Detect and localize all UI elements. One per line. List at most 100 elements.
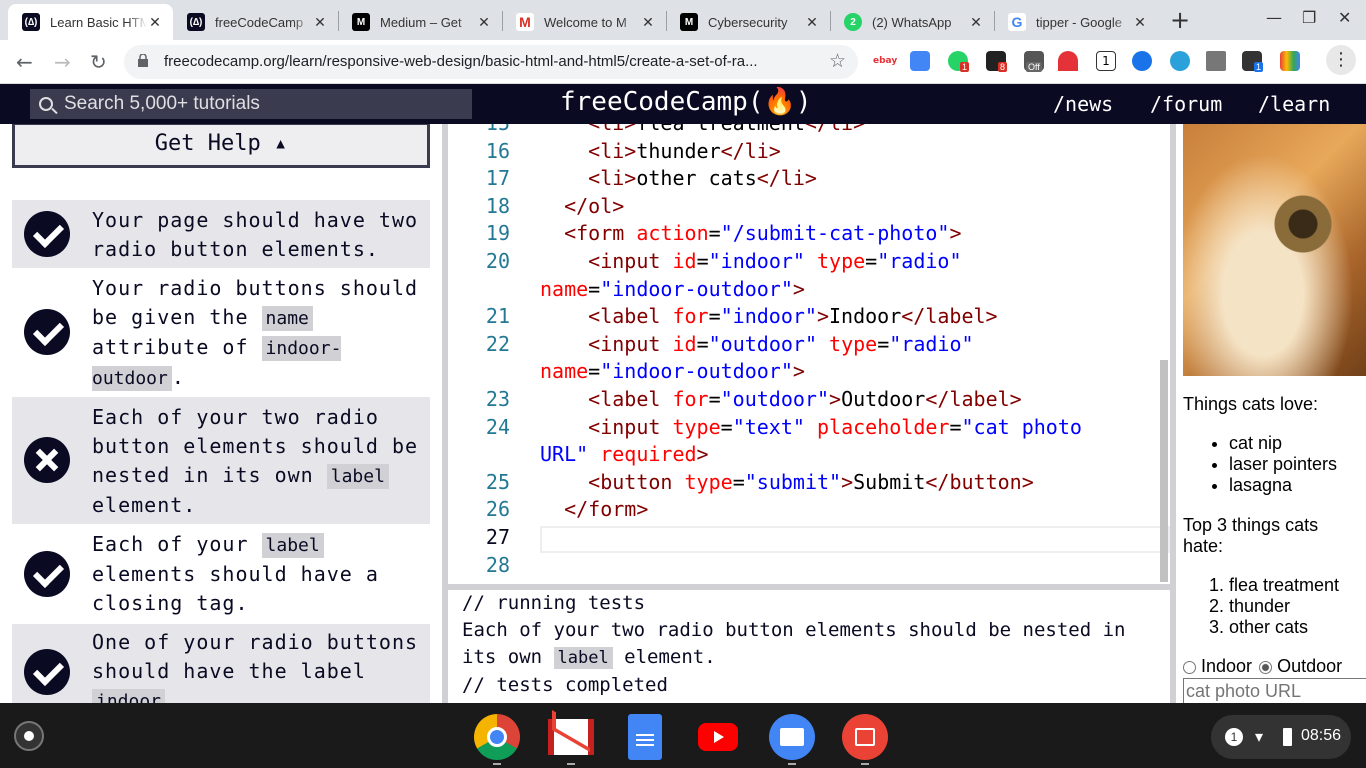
code-line: <label for="outdoor">Outdoor</label> xyxy=(588,387,1022,411)
extension-icon[interactable]: 1 xyxy=(1096,51,1116,71)
chrome-icon[interactable] xyxy=(474,714,520,760)
battery-icon xyxy=(1283,728,1292,746)
nav-link-forum[interactable]: /forum xyxy=(1150,92,1222,116)
tab-cybersecurity[interactable]: M Cybersecurity ✕ xyxy=(666,4,830,40)
tab-medium[interactable]: M Medium – Get ✕ xyxy=(338,4,502,40)
radio-indoor[interactable] xyxy=(1183,660,1196,674)
tab-gmail[interactable]: M Welcome to M ✕ xyxy=(502,4,666,40)
code-line: </form> xyxy=(564,497,649,522)
tab-strip: (∆) Learn Basic HTML ✕ (∆) freeCodeCamp … xyxy=(0,0,1366,40)
cat-photo-url-input[interactable]: cat photo URL xyxy=(1183,678,1366,703)
tab-learn-basic-html[interactable]: (∆) Learn Basic HTML ✕ xyxy=(8,4,173,40)
editor-scrollbar[interactable] xyxy=(1160,360,1168,582)
freecodecamp-icon: (∆) xyxy=(187,13,205,31)
list-item: cat nip xyxy=(1229,433,1337,454)
close-icon[interactable]: ✕ xyxy=(640,14,656,31)
label-outdoor[interactable]: Outdoor xyxy=(1277,656,1342,676)
reload-icon[interactable]: ↻ xyxy=(90,50,107,74)
new-tab-button[interactable]: + xyxy=(1170,6,1190,34)
test-text: Each of your label elements should have … xyxy=(92,532,379,615)
extension-icon[interactable] xyxy=(1132,51,1152,71)
freecodecamp-icon: (∆) xyxy=(22,13,40,31)
close-icon[interactable]: ✕ xyxy=(1132,14,1148,31)
code-line: <input id="outdoor" type="radio" xyxy=(588,331,974,356)
list-item: lasagna xyxy=(1229,475,1337,496)
url-text: freecodecamp.org/learn/responsive-web-de… xyxy=(164,53,758,70)
forward-icon[interactable]: → xyxy=(54,50,71,74)
tab-freecodecamp[interactable]: (∆) freeCodeCamp ✕ xyxy=(173,4,338,40)
close-icon[interactable]: ✕ xyxy=(968,14,984,31)
code-line: </ol> xyxy=(564,193,625,218)
code-line: <li>thunder</li> xyxy=(588,138,781,163)
line-number: 18 xyxy=(485,193,510,218)
code-line: name="indoor-outdoor"> xyxy=(540,276,805,301)
medium-icon: M xyxy=(680,13,698,31)
gmail-icon[interactable] xyxy=(548,710,594,755)
code-line: <label for="indoor">Indoor</label> xyxy=(588,304,998,329)
close-icon[interactable]: ✕ xyxy=(804,14,820,31)
status-tray[interactable]: 1 ▾ 08:56 xyxy=(1211,715,1351,759)
google-icon: G xyxy=(1008,13,1026,31)
label-indoor[interactable]: Indoor xyxy=(1201,656,1252,676)
gallery-icon[interactable] xyxy=(842,714,888,760)
tab-title: freeCodeCamp xyxy=(215,14,304,30)
extension-icon[interactable] xyxy=(1280,51,1300,71)
bookmark-star-icon[interactable]: ☆ xyxy=(829,50,846,72)
wifi-icon: ▾ xyxy=(1255,729,1264,746)
download-extension-icon[interactable] xyxy=(1206,51,1226,71)
files-icon[interactable] xyxy=(769,714,815,760)
address-bar[interactable]: freecodecamp.org/learn/responsive-web-de… xyxy=(124,45,858,79)
fcc-logo[interactable]: freeCodeCamp(🔥) xyxy=(560,87,812,117)
code-line: name="indoor-outdoor"> xyxy=(540,359,805,384)
extension-badge: Off xyxy=(1026,62,1042,72)
check-icon xyxy=(24,309,70,355)
tab-whatsapp[interactable]: 2 (2) WhatsApp ✕ xyxy=(830,4,994,40)
line-number: 25 xyxy=(485,469,510,494)
code-line: <input type="text" placeholder="cat phot… xyxy=(588,414,1082,439)
minimize-icon[interactable]: — xyxy=(1266,8,1282,27)
code-editor[interactable]: 15 <li>flea treatment</li> 16 <li>thunder… xyxy=(448,124,1170,584)
close-icon[interactable]: ✕ xyxy=(312,14,328,31)
nav-link-learn[interactable]: /learn xyxy=(1258,92,1330,116)
telegram-extension-icon[interactable] xyxy=(1170,51,1190,71)
get-help-button[interactable]: Get Help ▴ xyxy=(12,124,430,168)
tab-title: Learn Basic HTML xyxy=(50,14,147,30)
tab-google[interactable]: G tipper - Google ✕ xyxy=(994,4,1158,40)
tab-title: Cybersecurity xyxy=(708,14,788,30)
launcher-icon[interactable] xyxy=(14,721,44,751)
code-line: <li>other cats</li> xyxy=(588,166,817,191)
nav-link-news[interactable]: /news xyxy=(1053,92,1113,116)
ebay-extension-icon[interactable]: ebay xyxy=(873,51,897,71)
list-item: flea treatment xyxy=(1229,575,1339,596)
hate-title: Top 3 things cats hate: xyxy=(1183,515,1319,556)
radio-outdoor[interactable] xyxy=(1259,660,1273,674)
line-number: 16 xyxy=(485,138,510,163)
extension-badge: 1 xyxy=(1254,62,1264,72)
line-number: 19 xyxy=(485,221,510,246)
youtube-icon[interactable] xyxy=(698,723,738,751)
close-icon[interactable]: ✕ xyxy=(476,14,492,31)
extension-badge: 8 xyxy=(998,62,1008,72)
line-number: 23 xyxy=(485,387,510,411)
search-input[interactable]: Search 5,000+ tutorials xyxy=(30,89,472,119)
extension-badge: 1 xyxy=(960,62,970,72)
code-line: <input id="indoor" type="radio" xyxy=(588,249,962,273)
line-number: 17 xyxy=(485,166,510,191)
translate-extension-icon[interactable] xyxy=(910,51,930,71)
back-icon[interactable]: ← xyxy=(16,50,33,74)
docs-icon[interactable] xyxy=(628,714,662,760)
extension-icon[interactable] xyxy=(1058,51,1078,71)
restore-icon[interactable]: ❐ xyxy=(1302,8,1316,27)
search-icon xyxy=(39,97,53,111)
url-placeholder: cat photo URL xyxy=(1186,681,1302,701)
test-item: Each of your label elements should have … xyxy=(12,524,430,624)
close-window-icon[interactable]: ✕ xyxy=(1338,8,1351,27)
cat-photo[interactable] xyxy=(1183,124,1366,376)
test-text: One of your radio buttons should have th… xyxy=(92,628,422,703)
love-title: Things cats love: xyxy=(1183,394,1319,414)
menu-dots-icon[interactable]: ⋮ xyxy=(1326,45,1356,75)
lock-icon xyxy=(138,54,148,67)
console-line: // running tests xyxy=(462,592,646,614)
close-icon[interactable]: ✕ xyxy=(147,14,163,31)
medium-icon: M xyxy=(352,13,370,31)
